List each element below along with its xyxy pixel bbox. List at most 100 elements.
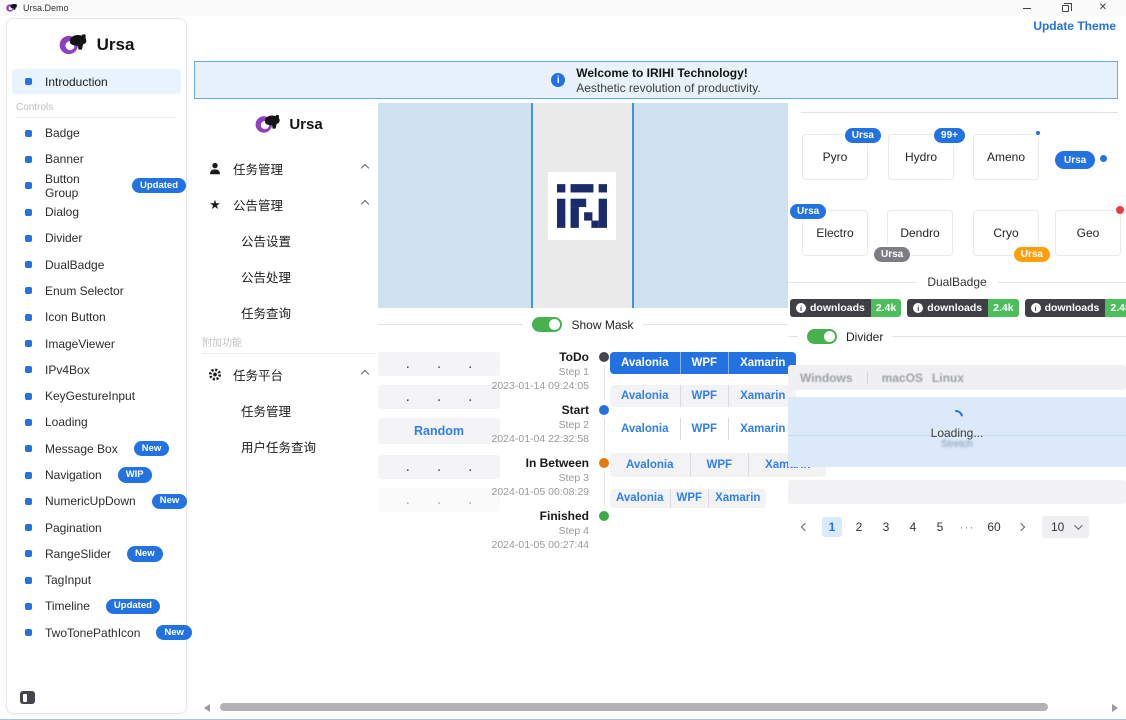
right-panel: Pyro Ursa Hydro 99+ Ameno Ursa Electro U… bbox=[788, 103, 1126, 581]
wpf-button[interactable]: WPF bbox=[680, 385, 729, 407]
button-group-borderless: Avalonia WPF Xamarin bbox=[610, 418, 796, 440]
timeline-dot-icon bbox=[599, 405, 609, 415]
sidebar-item-rangeslider[interactable]: RangeSliderNew bbox=[7, 541, 186, 567]
page-button-2[interactable]: 2 bbox=[849, 517, 869, 537]
sidebar-item-loading[interactable]: Loading bbox=[7, 409, 186, 435]
wpf-button[interactable]: WPF bbox=[670, 489, 709, 508]
page-ellipsis[interactable]: ··· bbox=[957, 517, 977, 537]
menu-group-announcement[interactable]: 公告管理 bbox=[200, 186, 378, 222]
close-button[interactable]: ✕ bbox=[1096, 2, 1110, 14]
sidebar-item-pagination[interactable]: Pagination bbox=[7, 514, 186, 540]
menu-item-user-task-query[interactable]: 用户任务查询 bbox=[200, 428, 378, 464]
maximize-button[interactable] bbox=[1058, 2, 1072, 14]
avalonia-button[interactable]: Avalonia bbox=[610, 489, 670, 508]
divider-line bbox=[998, 282, 1126, 283]
timeline-step: Step 4 bbox=[414, 525, 589, 537]
sidebar-item-introduction[interactable]: Introduction bbox=[12, 69, 181, 94]
sidebar-item-dualbadge[interactable]: DualBadge bbox=[7, 251, 186, 277]
wpf-button[interactable]: WPF bbox=[680, 352, 729, 374]
loading-demo: Stretch Loading... bbox=[788, 397, 1126, 467]
minimize-button[interactable] bbox=[1020, 2, 1034, 14]
page-button-3[interactable]: 3 bbox=[876, 517, 896, 537]
sidebar-item-label: DualBadge bbox=[45, 258, 104, 272]
sidebar-item-numericupdown[interactable]: NumericUpDownNew bbox=[7, 488, 186, 514]
app-logo-icon bbox=[6, 3, 18, 13]
sidebar-item-divider[interactable]: Divider bbox=[7, 225, 186, 251]
pagination: 1 2 3 4 5 ··· 60 10 bbox=[795, 516, 1089, 538]
xamarin-button[interactable]: Xamarin bbox=[728, 418, 796, 440]
avalonia-button[interactable]: Avalonia bbox=[610, 352, 680, 374]
scrollbar-thumb[interactable] bbox=[220, 703, 1048, 711]
sidebar-item-message-box[interactable]: Message BoxNew bbox=[7, 436, 186, 462]
bullet-icon bbox=[25, 287, 32, 294]
xamarin-button[interactable]: Xamarin bbox=[708, 489, 766, 508]
page-size-value: 10 bbox=[1051, 520, 1064, 534]
xamarin-button[interactable]: Xamarin bbox=[728, 385, 796, 407]
dot-separator-icon bbox=[406, 458, 409, 476]
image-viewer[interactable] bbox=[378, 103, 788, 308]
timeline-connector bbox=[604, 418, 605, 453]
bullet-icon bbox=[25, 393, 32, 400]
menu-group-task-platform[interactable]: 任务平台 bbox=[200, 356, 378, 392]
page-button-60[interactable]: 60 bbox=[984, 517, 1004, 537]
sidebar-item-enum-selector[interactable]: Enum Selector bbox=[7, 278, 186, 304]
sidebar-item-icon-button[interactable]: Icon Button bbox=[7, 304, 186, 330]
sidebar-item-imageviewer[interactable]: ImageViewer bbox=[7, 330, 186, 356]
menu-item-task-query[interactable]: 任务查询 bbox=[200, 294, 378, 330]
sidebar-item-taginput[interactable]: TagInput bbox=[7, 567, 186, 593]
dualbadge-value: 2.4k bbox=[988, 299, 1018, 317]
timeline-demo: ToDo Step 1 2023-01-14 09:24:05 Start St… bbox=[414, 350, 610, 562]
scroll-right-arrow-icon[interactable] bbox=[1112, 704, 1118, 712]
sidebar-item-label: NumericUpDown bbox=[45, 494, 136, 508]
page-size-select[interactable]: 10 bbox=[1042, 516, 1089, 538]
bullet-icon bbox=[25, 235, 32, 242]
sidebar-item-keygestureinput[interactable]: KeyGestureInput bbox=[7, 383, 186, 409]
titlebar: Ursa.Demo ✕ bbox=[0, 0, 1126, 16]
page-button-5[interactable]: 5 bbox=[930, 517, 950, 537]
menu-group-task-management[interactable]: 任务管理 bbox=[200, 150, 378, 186]
sidebar-collapse-icon[interactable] bbox=[20, 691, 35, 704]
button-group-soft: Avalonia WPF Xamarin bbox=[610, 385, 796, 407]
sidebar-item-dialog[interactable]: Dialog bbox=[7, 199, 186, 225]
sidebar-item-badge[interactable]: Badge bbox=[7, 120, 186, 146]
scroll-left-arrow-icon[interactable] bbox=[204, 704, 210, 712]
sidebar-item-label: Button Group bbox=[45, 172, 116, 200]
page-button-1[interactable]: 1 bbox=[822, 517, 842, 537]
prev-page-button[interactable] bbox=[795, 517, 815, 537]
bullet-icon bbox=[25, 472, 32, 479]
status-badge: New bbox=[156, 625, 192, 640]
ursa-badge-gray: Ursa bbox=[872, 245, 912, 264]
sidebar-item-navigation[interactable]: NavigationWIP bbox=[7, 462, 186, 488]
menu-item-announcement-settings[interactable]: 公告设置 bbox=[200, 222, 378, 258]
menu-group-label: 公告管理 bbox=[233, 195, 283, 214]
bullet-icon bbox=[25, 445, 32, 452]
sidebar-item-ipv4box[interactable]: IPv4Box bbox=[7, 357, 186, 383]
page-button-4[interactable]: 4 bbox=[903, 517, 923, 537]
wpf-button[interactable]: WPF bbox=[690, 453, 749, 477]
sidebar-item-button-group[interactable]: Button GroupUpdated bbox=[7, 173, 186, 199]
sidebar-item-timeline[interactable]: TimelineUpdated bbox=[7, 593, 186, 619]
wpf-button[interactable]: WPF bbox=[680, 418, 729, 440]
ursa-badge: Ursa bbox=[788, 202, 828, 221]
bullet-icon bbox=[25, 524, 32, 531]
menu-item-task-management[interactable]: 任务管理 bbox=[200, 392, 378, 428]
show-mask-toggle[interactable] bbox=[532, 317, 562, 332]
loading-spinner-icon bbox=[946, 407, 966, 427]
bullet-icon bbox=[25, 550, 32, 557]
timeline-step: Step 2 bbox=[414, 419, 589, 431]
divider-toggle[interactable] bbox=[807, 329, 837, 344]
horizontal-scrollbar[interactable] bbox=[196, 702, 1122, 714]
avalonia-button[interactable]: Avalonia bbox=[610, 418, 680, 440]
menu-item-announcement-processing[interactable]: 公告处理 bbox=[200, 258, 378, 294]
xamarin-button[interactable]: Xamarin bbox=[728, 352, 796, 374]
sidebar-item-banner[interactable]: Banner bbox=[7, 146, 186, 172]
next-page-button[interactable] bbox=[1011, 517, 1031, 537]
sidebar-item-label: Icon Button bbox=[45, 310, 106, 324]
update-theme-button[interactable]: Update Theme bbox=[1033, 19, 1116, 33]
avalonia-button[interactable]: Avalonia bbox=[610, 385, 680, 407]
avalonia-button[interactable]: Avalonia bbox=[610, 453, 690, 477]
sidebar-item-twotonepathicon[interactable]: TwoTonePathIconNew bbox=[7, 620, 186, 646]
badge-card-pyro: Pyro Ursa bbox=[802, 134, 868, 180]
sidebar-item-label: Badge bbox=[45, 126, 80, 140]
downloads-dualbadge: downloads2.4k bbox=[790, 299, 901, 317]
